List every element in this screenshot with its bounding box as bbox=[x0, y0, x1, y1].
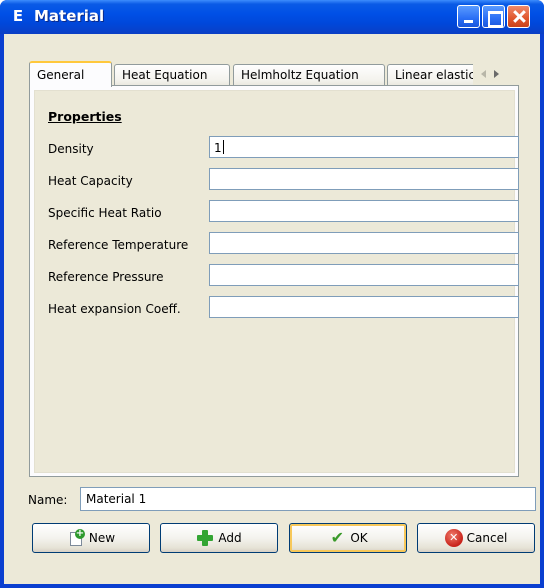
reference-temperature-input[interactable] bbox=[209, 232, 519, 254]
text-caret bbox=[222, 140, 224, 154]
window-title: Material bbox=[34, 7, 105, 25]
properties-group: Properties Density 1 Heat Capacity Speci… bbox=[34, 90, 519, 473]
tab-heat-equation[interactable]: Heat Equation bbox=[114, 64, 230, 86]
tab-general[interactable]: General bbox=[29, 61, 112, 87]
label-reference-pressure: Reference Pressure bbox=[48, 270, 164, 284]
label-heat-expansion-coeff: Heat expansion Coeff. bbox=[48, 302, 181, 316]
tab-strip: General Heat Equation Helmholtz Equation… bbox=[29, 61, 519, 87]
maximize-button[interactable] bbox=[482, 5, 505, 28]
heat-capacity-input[interactable] bbox=[209, 168, 519, 190]
label-heat-capacity: Heat Capacity bbox=[48, 174, 133, 188]
label-specific-heat-ratio: Specific Heat Ratio bbox=[48, 206, 162, 220]
cancel-button[interactable]: ✕ Cancel bbox=[417, 523, 535, 553]
density-input[interactable]: 1 bbox=[209, 136, 519, 158]
scroll-right-icon[interactable] bbox=[494, 70, 499, 78]
density-value: 1 bbox=[214, 141, 222, 155]
material-dialog: E Material General Heat Equation Helmhol… bbox=[0, 0, 544, 588]
add-button[interactable]: Add bbox=[160, 523, 278, 553]
new-button[interactable]: + New bbox=[32, 523, 150, 553]
ok-button-label: OK bbox=[350, 531, 368, 545]
section-title-properties: Properties bbox=[48, 109, 122, 124]
tab-helmholtz-equation[interactable]: Helmholtz Equation bbox=[233, 64, 385, 86]
add-button-label: Add bbox=[218, 531, 242, 545]
checkmark-icon: ✔ bbox=[330, 528, 345, 547]
tab-panel-general: Properties Density 1 Heat Capacity Speci… bbox=[29, 85, 519, 477]
scroll-left-icon[interactable] bbox=[481, 70, 486, 78]
specific-heat-ratio-input[interactable] bbox=[209, 200, 519, 222]
new-document-icon: + bbox=[67, 529, 85, 547]
name-input[interactable]: Material 1 bbox=[80, 487, 536, 511]
label-density: Density bbox=[48, 142, 94, 156]
title-bar[interactable]: E Material bbox=[0, 0, 544, 34]
name-label: Name: bbox=[28, 493, 68, 507]
cancel-button-label: Cancel bbox=[466, 531, 508, 545]
cancel-icon: ✕ bbox=[444, 529, 463, 547]
close-button[interactable] bbox=[507, 5, 530, 28]
plus-icon bbox=[196, 529, 214, 547]
label-reference-temperature: Reference Temperature bbox=[48, 238, 189, 252]
tab-scroll-buttons bbox=[473, 63, 519, 85]
new-button-label: New bbox=[88, 531, 116, 545]
heat-expansion-coeff-input[interactable] bbox=[209, 296, 519, 318]
ok-button[interactable]: ✔ OK bbox=[289, 523, 407, 553]
app-icon: E bbox=[12, 7, 24, 25]
minimize-button[interactable] bbox=[457, 5, 480, 28]
reference-pressure-input[interactable] bbox=[209, 264, 519, 286]
dialog-client-area: General Heat Equation Helmholtz Equation… bbox=[4, 34, 540, 584]
